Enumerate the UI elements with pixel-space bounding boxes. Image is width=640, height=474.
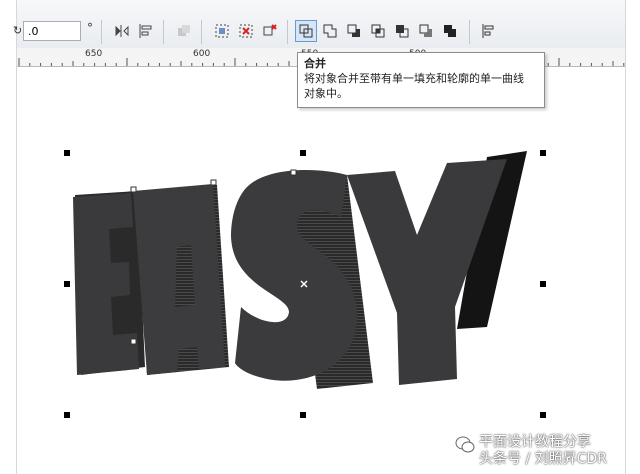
trim-icon (347, 24, 360, 37)
combine-tooltip: 合并 将对象合并至带有单一填充和轮廓的单一曲线 对象中。 (297, 52, 545, 108)
toolbar-separator (163, 20, 164, 44)
selection-handle[interactable] (540, 412, 546, 418)
trim-button[interactable] (343, 20, 365, 42)
intersect-button[interactable] (367, 20, 389, 42)
property-bar: ↻ ° (13, 0, 625, 49)
toolbar-separator (469, 20, 470, 44)
mirror-button[interactable] (111, 20, 133, 42)
back-minus-front-icon (444, 25, 456, 37)
watermark: 平面设计教程分享 头条号 / 刘照昇CDR (455, 434, 640, 474)
ruler-label: 650 (85, 49, 103, 59)
selection-handle[interactable] (300, 412, 306, 418)
align-icon (139, 24, 152, 38)
arrange-button[interactable] (173, 20, 195, 42)
ungroup-icon (239, 24, 253, 38)
node-handle[interactable] (210, 179, 217, 186)
simplify-button[interactable] (391, 20, 413, 42)
degree-label: ° (87, 21, 93, 35)
node-handle[interactable] (130, 186, 137, 193)
letter-s-face (231, 170, 357, 381)
rotation-angle-input[interactable] (23, 21, 81, 41)
intersect-icon (371, 24, 385, 38)
align-distribute-button[interactable] (477, 20, 499, 42)
selection-handle[interactable] (540, 150, 546, 156)
align-distribute-icon (482, 24, 494, 38)
selection-handle[interactable] (300, 150, 306, 156)
weld-icon (323, 24, 337, 38)
tooltip-title: 合并 (304, 57, 326, 70)
group-button[interactable] (211, 20, 233, 42)
front-minus-back-icon (419, 24, 432, 37)
ungroup-all-button[interactable] (259, 20, 281, 42)
front-minus-back-button[interactable] (415, 20, 437, 42)
mirror-icon (115, 25, 129, 37)
simplify-icon (396, 25, 409, 38)
tooltip-description-cont: 对象中。 (304, 87, 348, 100)
drawing-canvas[interactable] (17, 67, 625, 474)
toolbar-separator (101, 20, 102, 44)
selection-handle[interactable] (64, 412, 70, 418)
ungroup-all-icon (263, 24, 277, 36)
rotate-icon: ↻ (13, 24, 23, 37)
group-icon (215, 24, 229, 38)
align-button[interactable] (135, 20, 157, 42)
toolbar-separator (201, 20, 202, 44)
node-handle[interactable] (290, 169, 297, 176)
selection-handle[interactable] (540, 281, 546, 287)
letter-e-face (73, 193, 139, 375)
combine-button[interactable] (295, 20, 317, 42)
wechat-logo-icon (455, 436, 475, 453)
ungroup-button[interactable] (235, 20, 257, 42)
watermark-line1: 平面设计教程分享 (479, 434, 591, 450)
easy-3d-artwork[interactable] (17, 67, 625, 474)
back-minus-front-button[interactable] (439, 20, 461, 42)
weld-button[interactable] (319, 20, 341, 42)
arrange-icon (178, 25, 190, 36)
combine-icon (299, 24, 313, 38)
toolbar-separator (287, 20, 288, 44)
node-handle[interactable] (130, 338, 137, 345)
ruler-label: 600 (193, 49, 211, 59)
application-window: ↻ ° (13, 0, 626, 474)
selection-handle[interactable] (64, 150, 70, 156)
tooltip-description: 将对象合并至带有单一填充和轮廓的单一曲线 (304, 72, 524, 85)
selection-handle[interactable] (64, 281, 70, 287)
watermark-line2: 头条号 / 刘照昇CDR (479, 451, 607, 467)
